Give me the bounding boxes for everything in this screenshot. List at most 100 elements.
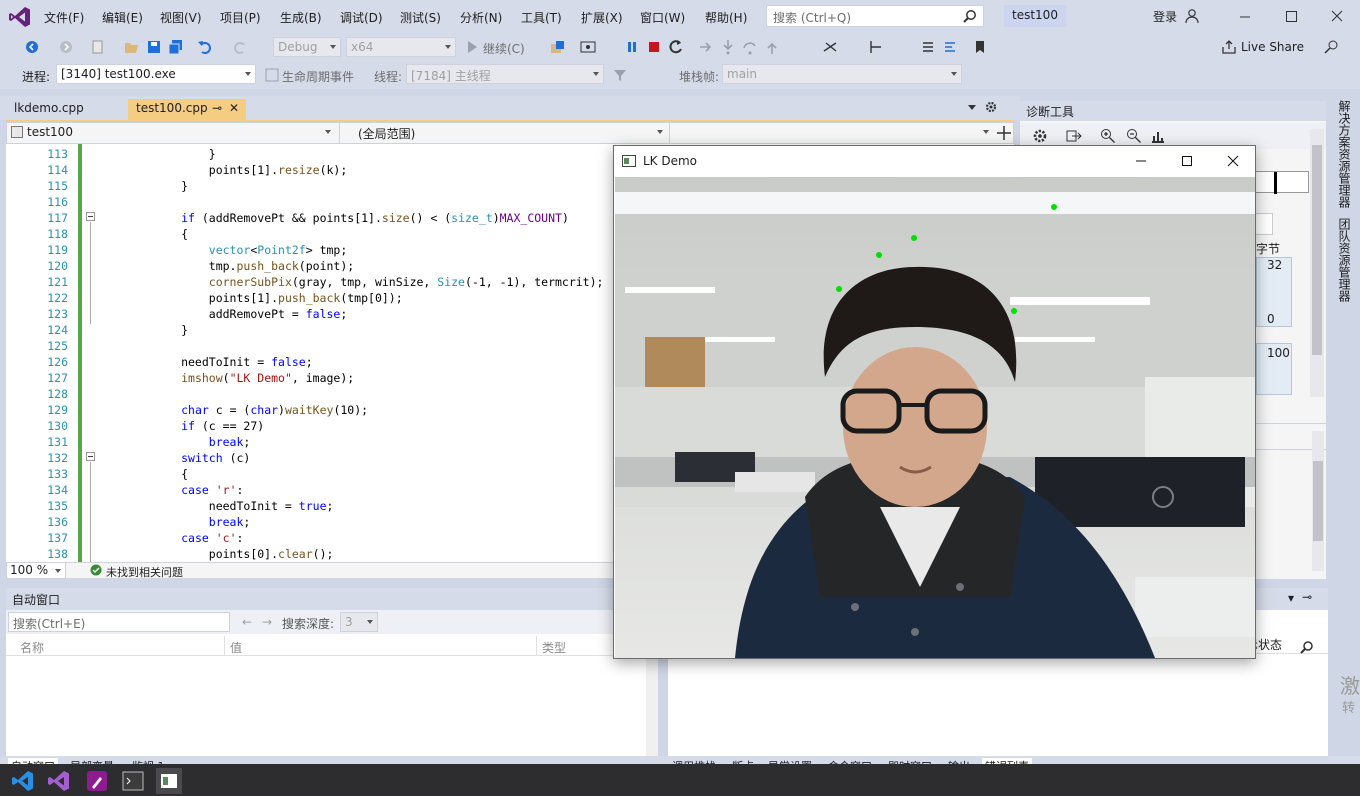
line-number: 125 [47,339,68,353]
maximize-button[interactable] [1276,6,1306,26]
save-all-icon[interactable] [168,39,184,55]
menu-file[interactable]: 文件(F) [44,9,84,26]
tab-lkdemo-cpp[interactable]: lkdemo.cpp [6,99,128,120]
zoom-in-icon[interactable] [1100,128,1116,144]
bookmark-icon[interactable] [972,39,988,55]
zoom-select[interactable]: 100 % [6,562,66,579]
search-input[interactable]: 搜索 (Ctrl+Q) [766,5,984,27]
team-explorer-tab[interactable]: 团队资源管理器 [1336,218,1353,302]
comment-icon[interactable] [920,39,936,55]
stack-frame-select[interactable]: main [722,64,962,84]
menu-edit[interactable]: 编辑(E) [102,9,143,26]
process-select[interactable]: [3140] test100.exe [56,64,256,84]
vscode-taskbar-icon[interactable] [10,768,36,794]
tab-test100-cpp[interactable]: test100.cpp ⊸ ✕ [128,99,246,120]
login-link[interactable]: 登录 [1153,8,1177,25]
show-next-statement-icon[interactable] [698,39,714,55]
menu-analyze[interactable]: 分析(N) [460,9,502,26]
forward-icon[interactable] [58,39,74,55]
stop-icon[interactable] [646,39,662,55]
find-icon[interactable] [550,39,566,55]
close-button[interactable] [1322,6,1352,26]
menu-view[interactable]: 视图(V) [160,9,202,26]
tab-list-dropdown-icon[interactable] [966,101,978,113]
config-select[interactable]: Debug [273,37,341,57]
split-editor-icon[interactable] [997,126,1011,140]
panel-menu-icon[interactable]: ▾ [1288,591,1294,605]
redo-icon[interactable] [232,39,248,55]
menu-project[interactable]: 项目(P) [220,9,261,26]
visual-studio-taskbar-icon[interactable] [46,768,72,794]
col-value[interactable]: 值 [230,639,242,656]
console-taskbar-icon[interactable] [120,768,146,794]
lifecycle-events-button[interactable]: 生命周期事件 [282,68,354,85]
live-share-icon[interactable] [1221,39,1237,55]
collapse-toggle-icon[interactable] [86,452,96,462]
pin-icon[interactable]: ⊸ [212,101,222,115]
step-over-icon[interactable] [742,39,758,55]
user-icon[interactable] [1185,8,1201,24]
lk-maximize-button[interactable] [1175,152,1199,170]
col-type[interactable]: 类型 [542,639,566,656]
panel-pin-icon[interactable]: ⊸ [1302,590,1312,604]
global-scope-select[interactable]: (全局范围) [339,123,667,143]
cpu-max-label: 100 [1267,346,1290,360]
lk-minimize-button[interactable] [1129,152,1153,170]
diag-export-icon[interactable] [1066,128,1082,144]
lk-close-button[interactable] [1221,152,1245,170]
minimize-button[interactable] [1230,6,1260,26]
camera-frame[interactable] [615,177,1255,658]
menu-extensions[interactable]: 扩展(X) [581,9,623,26]
member-select[interactable] [669,123,993,143]
solution-explorer-tab[interactable]: 解决方案资源管理器 [1336,100,1353,208]
hex-display-icon[interactable] [822,39,838,55]
menu-window[interactable]: 窗口(W) [640,9,685,26]
diag-scrollbar-thumb[interactable] [1312,145,1322,355]
debug-location-toolbar: 进程: [3140] test100.exe 生命周期事件 线程: [7184]… [0,61,1360,89]
thread-select[interactable]: [7184] 主线程 [406,64,604,84]
diag-lower-scrollbar-thumb[interactable] [1313,461,1323,541]
menu-debug[interactable]: 调试(D) [340,9,383,26]
step-into-icon[interactable] [720,39,736,55]
search-back-icon[interactable]: ← [242,615,252,629]
zoom-out-icon[interactable] [1126,128,1142,144]
diag-scrollbar[interactable] [1310,129,1324,397]
lk-demo-window[interactable]: LK Demo [613,145,1256,659]
undo-icon[interactable] [197,39,213,55]
lk-demo-taskbar-icon[interactable] [156,768,182,794]
platform-select[interactable]: x64 [346,37,456,57]
error-search-icon[interactable] [1300,640,1314,654]
collapse-toggle-icon[interactable] [86,212,96,222]
search-depth-select[interactable]: 3 [340,612,378,632]
close-tab-icon[interactable]: ✕ [229,101,239,115]
lk-demo-titlebar[interactable]: LK Demo [614,146,1255,177]
col-name[interactable]: 名称 [20,639,44,656]
uncomment-icon[interactable] [942,39,958,55]
live-share-button[interactable]: Live Share [1241,40,1304,54]
back-icon[interactable] [24,39,40,55]
restart-icon[interactable] [668,39,684,55]
step-out-icon[interactable] [764,39,780,55]
diag-lower-scrollbar[interactable] [1312,431,1324,571]
continue-play-icon[interactable] [464,39,480,55]
menu-build[interactable]: 生成(B) [280,9,322,26]
search-forward-icon[interactable]: → [262,615,272,629]
autos-search-input[interactable]: 搜索(Ctrl+E) [8,612,230,632]
open-file-icon[interactable] [124,39,140,55]
project-scope-select[interactable]: test100 [7,123,335,143]
filter-icon[interactable] [612,67,628,83]
pause-icon[interactable] [624,39,640,55]
menu-test[interactable]: 测试(S) [400,9,441,26]
continue-button[interactable]: 继续(C) [483,40,525,57]
menu-tools[interactable]: 工具(T) [521,9,562,26]
breakpoint-toggle-icon[interactable] [868,39,884,55]
pen-app-taskbar-icon[interactable] [84,768,110,794]
screen-capture-icon[interactable] [580,39,596,55]
diag-settings-icon[interactable] [1032,128,1048,144]
save-icon[interactable] [146,39,162,55]
feedback-icon[interactable] [1323,39,1339,55]
settings-gear-icon[interactable] [984,100,998,114]
menu-help[interactable]: 帮助(H) [705,9,747,26]
new-project-icon[interactable] [90,39,106,55]
chart-icon[interactable] [1150,128,1166,144]
